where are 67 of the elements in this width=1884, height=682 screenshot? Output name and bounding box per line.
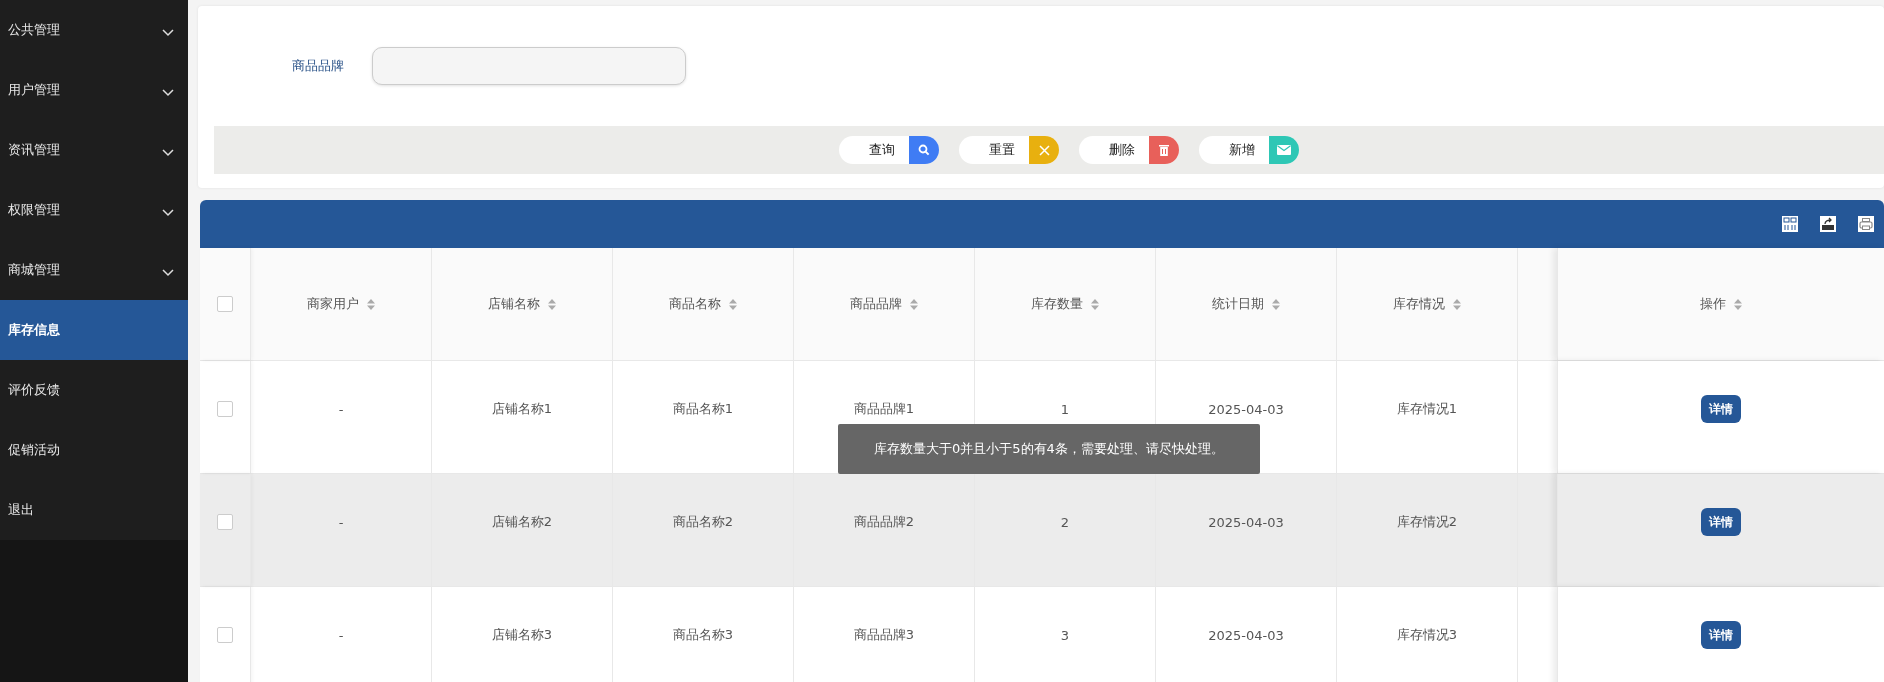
column-header[interactable]: 商品品牌 bbox=[850, 295, 902, 313]
export-icon[interactable] bbox=[1820, 216, 1836, 232]
table-cell: 2025-04-03 bbox=[1208, 401, 1284, 417]
sort-icon[interactable] bbox=[367, 298, 375, 310]
column-header[interactable]: 商品名称 bbox=[669, 295, 721, 313]
sidebar-item[interactable]: 权限管理 bbox=[0, 180, 188, 240]
sidebar-item[interactable]: 公共管理 bbox=[0, 0, 188, 60]
columns-icon[interactable] bbox=[1782, 216, 1798, 232]
action-button[interactable]: 重置 bbox=[959, 136, 1059, 164]
checkbox[interactable] bbox=[217, 514, 233, 530]
sidebar-item[interactable]: 资讯管理 bbox=[0, 120, 188, 180]
search-icon bbox=[918, 144, 930, 156]
field-label: 商品品牌 bbox=[292, 57, 344, 75]
table-cell: 2025-04-03 bbox=[1208, 627, 1284, 643]
detail-button[interactable]: 详情 bbox=[1701, 395, 1741, 423]
table-cell: 库存情况1 bbox=[1396, 400, 1458, 418]
table-cell: 2025-04-03 bbox=[1208, 514, 1284, 530]
sidebar-item[interactable]: 用户管理 bbox=[0, 60, 188, 120]
table-cell: 店铺名称1 bbox=[491, 400, 553, 418]
envelope-icon bbox=[1277, 145, 1291, 155]
table-cell: 库存情况2 bbox=[1396, 513, 1458, 531]
column-header[interactable]: 操作 bbox=[1700, 295, 1726, 313]
action-button[interactable]: 查询 bbox=[839, 136, 939, 164]
column-header[interactable]: 库存数量 bbox=[1031, 295, 1083, 313]
table-cell: 1 bbox=[1060, 401, 1070, 417]
checkbox[interactable] bbox=[217, 401, 233, 417]
table-cell: 商品名称3 bbox=[672, 626, 734, 644]
sort-icon[interactable] bbox=[548, 298, 556, 310]
toast-message: 库存数量大于0并且小于5的有4条，需要处理、请尽快处理。 bbox=[838, 424, 1260, 474]
table-cell: 店铺名称2 bbox=[491, 513, 553, 531]
table-cell: 库存情况3 bbox=[1396, 626, 1458, 644]
table-cell: 商品品牌3 bbox=[853, 626, 915, 644]
column-header[interactable]: 店铺名称 bbox=[488, 295, 540, 313]
table-cell: 商品品牌1 bbox=[853, 400, 915, 418]
table-cell: - bbox=[338, 627, 344, 643]
sidebar-item[interactable]: 退出 bbox=[0, 480, 188, 540]
action-button[interactable]: 删除 bbox=[1079, 136, 1179, 164]
close-icon bbox=[1038, 144, 1050, 156]
table-cell: 商品品牌2 bbox=[853, 513, 915, 531]
column-header[interactable]: 统计日期 bbox=[1212, 295, 1264, 313]
table-cell: 2 bbox=[1060, 514, 1070, 530]
input-field[interactable] bbox=[372, 47, 686, 85]
sort-icon[interactable] bbox=[1091, 298, 1099, 310]
table-cell: 商品名称2 bbox=[672, 513, 734, 531]
table-cell: 3 bbox=[1060, 627, 1070, 643]
sort-icon[interactable] bbox=[1272, 298, 1280, 310]
sort-icon[interactable] bbox=[729, 298, 737, 310]
sort-icon[interactable] bbox=[1734, 298, 1742, 310]
sort-icon[interactable] bbox=[1453, 298, 1461, 310]
print-icon[interactable] bbox=[1858, 216, 1874, 232]
detail-button[interactable]: 详情 bbox=[1701, 621, 1741, 649]
table-cell: - bbox=[338, 514, 344, 530]
sort-icon[interactable] bbox=[910, 298, 918, 310]
table-cell: 店铺名称3 bbox=[491, 626, 553, 644]
sidebar-item[interactable]: 促销活动 bbox=[0, 420, 188, 480]
column-header[interactable]: 库存情况 bbox=[1393, 295, 1445, 313]
column-header[interactable]: 商家用户 bbox=[307, 295, 359, 313]
checkbox[interactable] bbox=[217, 627, 233, 643]
checkbox[interactable] bbox=[217, 296, 233, 312]
table-cell: - bbox=[338, 401, 344, 417]
trash-icon bbox=[1159, 144, 1169, 156]
action-button[interactable]: 新增 bbox=[1199, 136, 1299, 164]
detail-button[interactable]: 详情 bbox=[1701, 508, 1741, 536]
sidebar-item[interactable]: 评价反馈 bbox=[0, 360, 188, 420]
table-cell: 商品名称1 bbox=[672, 400, 734, 418]
sidebar-item[interactable]: 库存信息 bbox=[0, 300, 188, 360]
sidebar-item[interactable]: 商城管理 bbox=[0, 240, 188, 300]
